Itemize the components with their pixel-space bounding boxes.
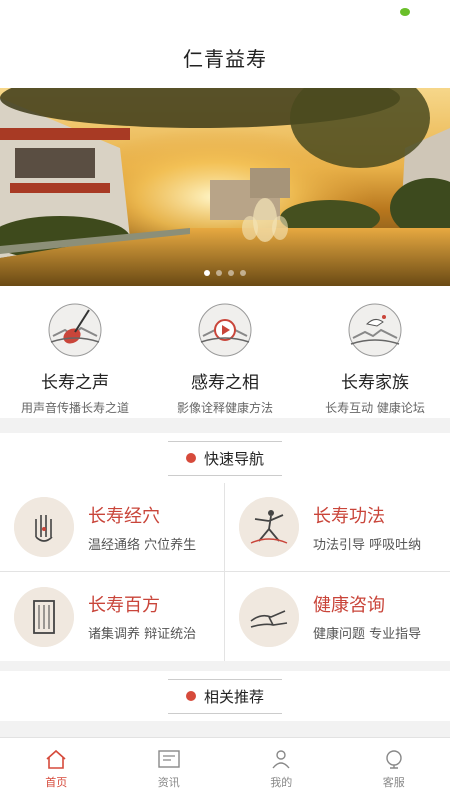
quick-nav-subtitle: 诸集调养 辩证统治 — [88, 627, 197, 642]
carousel-dot[interactable] — [240, 270, 246, 276]
tab-profile[interactable]: 我的 — [225, 738, 338, 800]
status-bar — [0, 0, 450, 26]
home-icon — [46, 749, 66, 769]
carousel-indicator — [0, 270, 450, 276]
quick-nav-exercise[interactable]: 长寿功法 功法引导 呼吸吐纳 — [225, 483, 450, 572]
feature-longevity-family[interactable]: 长寿家族 长寿互动 健康论坛 — [300, 286, 450, 418]
video-play-icon — [198, 303, 252, 357]
feature-title: 长寿之声 — [41, 373, 109, 393]
quick-nav-subtitle: 功法引导 呼吸吐纳 — [313, 537, 422, 553]
carousel-dot[interactable] — [204, 270, 210, 276]
tab-news[interactable]: 资讯 — [113, 738, 226, 800]
quick-nav-subtitle: 温经通络 穴位养生 — [88, 537, 197, 553]
pulse-consult-icon — [239, 586, 299, 647]
page-title: 仁青益寿 — [183, 46, 267, 71]
carousel-dot[interactable] — [216, 270, 222, 276]
profile-icon — [272, 750, 290, 769]
feature-title: 长寿家族 — [341, 373, 409, 393]
feature-subtitle: 长寿互动 健康论坛 — [325, 401, 425, 415]
tab-home[interactable]: 首页 — [0, 738, 113, 800]
tab-label: 资讯 — [157, 776, 180, 789]
section-title: 快速导航 — [203, 449, 264, 468]
quick-nav-title: 长寿百方 — [88, 595, 160, 616]
red-dot-icon — [185, 453, 196, 463]
feature-longevity-voice[interactable]: 长寿之声 用声音传播长寿之道 — [0, 286, 150, 418]
feature-title: 感寿之相 — [191, 373, 259, 393]
tab-label: 我的 — [270, 776, 293, 789]
quick-nav-subtitle: 健康问题 专业指导 — [313, 627, 422, 642]
quick-nav-title: 长寿经穴 — [88, 505, 160, 527]
red-dot-icon — [185, 691, 196, 701]
header: 仁青益寿 — [0, 26, 450, 88]
quick-nav-acupoint[interactable]: 长寿经穴 温经通络 穴位养生 — [0, 483, 225, 572]
quick-nav-header: 快速导航 — [0, 433, 450, 483]
pipa-instrument-icon — [48, 303, 102, 357]
acupoint-hand-icon — [14, 497, 74, 557]
tab-label: 客服 — [382, 776, 405, 789]
bottom-tab-bar: 首页 资讯 我的 客服 — [0, 737, 450, 800]
carousel-dot[interactable] — [228, 270, 234, 276]
prescription-book-icon — [14, 586, 74, 647]
tab-customer-service[interactable]: 客服 — [338, 738, 450, 800]
news-icon — [158, 750, 180, 768]
quick-nav-title: 健康咨询 — [313, 595, 385, 616]
status-indicator-icon — [400, 8, 410, 16]
section-title: 相关推荐 — [203, 687, 264, 706]
feature-longevity-image[interactable]: 感寿之相 影像诠释健康方法 — [150, 286, 300, 418]
feature-row: 长寿之声 用声音传播长寿之道 感寿之相 影像诠释健康方法 长寿家族 长寿互动 健… — [0, 286, 450, 418]
customer-service-icon — [386, 750, 402, 769]
feature-subtitle: 影像诠释健康方法 — [176, 401, 273, 415]
crane-icon — [348, 303, 402, 357]
feature-subtitle: 用声音传播长寿之道 — [20, 401, 129, 415]
taichi-figure-icon — [239, 497, 299, 557]
quick-nav-title: 长寿功法 — [313, 505, 385, 527]
quick-nav-consult[interactable]: 健康咨询 健康问题 专业指导 — [225, 572, 450, 661]
tab-label: 首页 — [45, 776, 68, 789]
banner-carousel[interactable] — [0, 88, 450, 286]
quick-nav-grid: 长寿经穴 温经通络 穴位养生 长寿功法 功法引导 呼吸吐纳 长寿百方 诸集调养 … — [0, 483, 450, 661]
quick-nav-prescriptions[interactable]: 长寿百方 诸集调养 辩证统治 — [0, 572, 225, 661]
banner-image — [0, 88, 450, 286]
recommend-header: 相关推荐 — [0, 671, 450, 721]
